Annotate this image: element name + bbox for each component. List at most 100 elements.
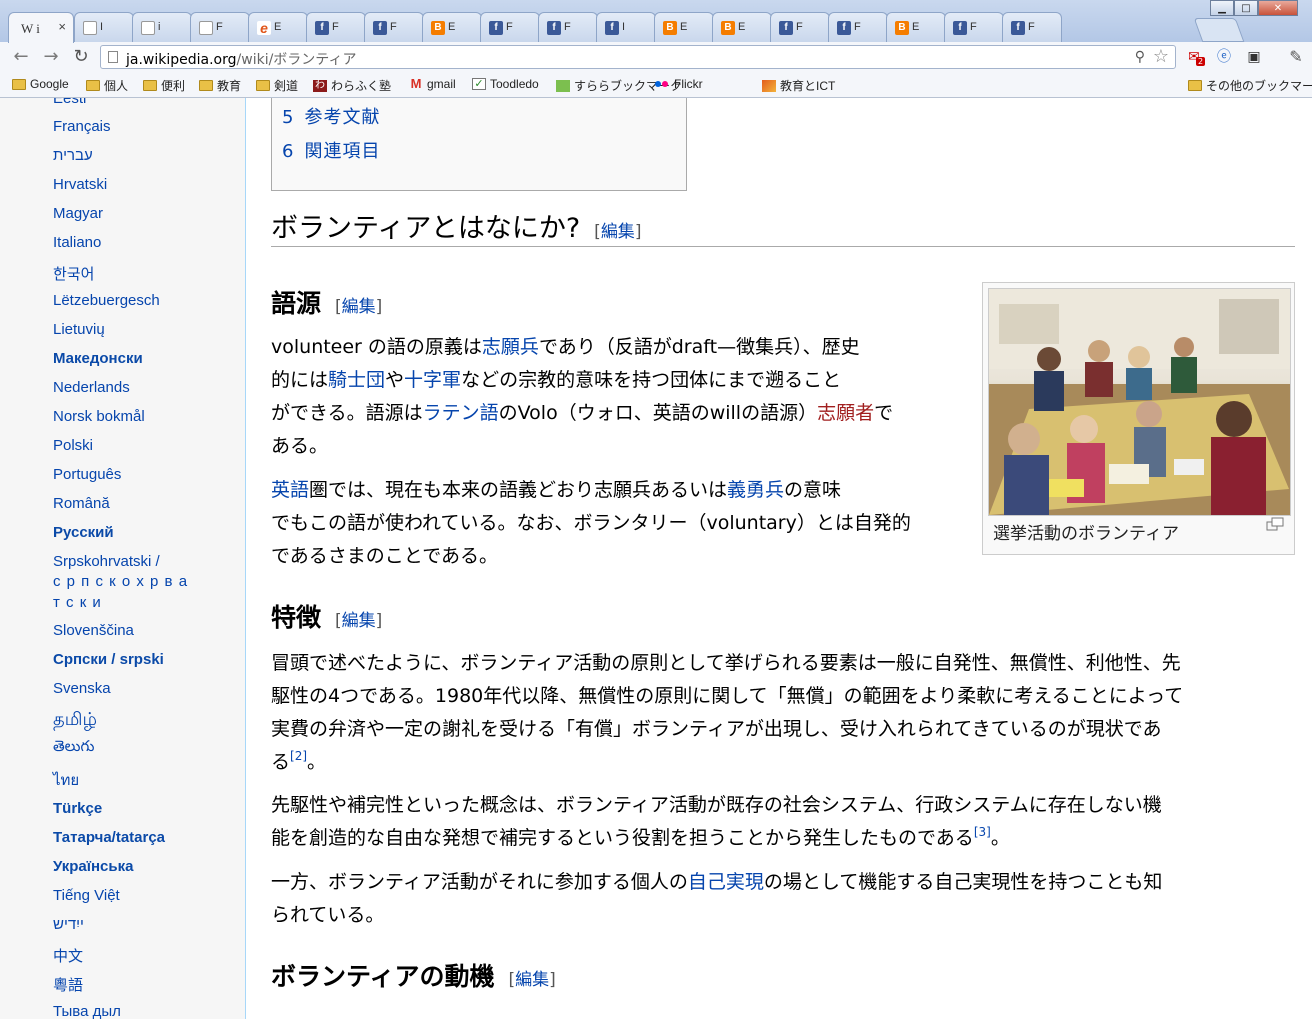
url-text[interactable]: ja.wikipedia.org/wiki/ボランティア [126, 49, 356, 69]
link-shigansha[interactable]: 志願者 [817, 402, 874, 424]
language-link[interactable]: Français [53, 118, 111, 135]
language-link[interactable]: Татарча/tatarça [53, 829, 165, 846]
tab[interactable]: fF [828, 12, 888, 42]
mail-checker-extension-icon[interactable]: ✉ 2 [1184, 47, 1206, 67]
edit-link[interactable]: [編集] [335, 611, 382, 631]
tab-active[interactable]: WW i× [8, 12, 74, 43]
language-link[interactable]: Nederlands [53, 379, 130, 396]
tab[interactable]: fI [596, 12, 656, 42]
bookmark-item[interactable]: Mgmail [409, 77, 456, 91]
maximize-button[interactable]: □ [1234, 0, 1258, 16]
wrench-menu-icon[interactable]: ✎ [1285, 46, 1307, 68]
language-link[interactable]: Magyar [53, 205, 103, 222]
language-link[interactable]: Norsk bokmål [53, 408, 145, 425]
language-link[interactable]: Svenska [53, 680, 111, 697]
link-kishidan[interactable]: 騎士団 [328, 369, 385, 391]
edit-link[interactable]: [編集] [509, 970, 556, 990]
language-link[interactable]: с р п с к о х р в а [53, 573, 188, 590]
bookmark-label: Google [30, 77, 69, 91]
toc-item-references[interactable]: 5 参考文献 [282, 103, 380, 129]
language-link[interactable]: Lëtzebuergesch [53, 292, 160, 309]
language-link[interactable]: 한국어 [53, 263, 94, 284]
tab[interactable]: eE [248, 12, 308, 42]
link-latin[interactable]: ラテン語 [423, 402, 499, 424]
volunteer-photo[interactable] [988, 288, 1291, 516]
forward-button[interactable]: → [40, 46, 62, 68]
bookmark-item[interactable]: ✓ Toodledo [472, 77, 539, 91]
bookmark-item[interactable]: わわらふく塾 [313, 77, 391, 94]
facebook-icon: f [837, 21, 851, 35]
tab[interactable]: BE [712, 12, 772, 42]
language-link[interactable]: עברית [53, 147, 93, 164]
enlarge-icon[interactable] [1266, 517, 1284, 531]
language-link[interactable]: т с к и [53, 594, 102, 611]
tab[interactable]: BE [886, 12, 946, 42]
link-shiganhei[interactable]: 志願兵 [482, 336, 539, 358]
language-link[interactable]: Русский [53, 524, 114, 541]
language-link[interactable]: Slovenščina [53, 622, 134, 639]
evernote-extension-icon[interactable]: ▣ [1244, 47, 1264, 67]
other-bookmarks-folder[interactable]: その他のブックマーク [1188, 77, 1312, 94]
citation-2[interactable]: [2] [290, 749, 307, 763]
language-link[interactable]: తెలుగు [53, 738, 94, 759]
tab[interactable]: BE [422, 12, 482, 42]
ie-tab-extension-icon[interactable]: ⓔ [1214, 47, 1234, 67]
language-link[interactable]: Українська [53, 858, 133, 875]
back-button[interactable]: ← [10, 46, 32, 68]
tab[interactable]: fF [770, 12, 830, 42]
tab-title: F [390, 21, 397, 33]
tab[interactable]: F [190, 12, 250, 42]
tab[interactable]: fF [944, 12, 1004, 42]
language-link[interactable]: 粵語 [53, 974, 83, 995]
link-jiko-jitsugen[interactable]: 自己実現 [688, 871, 764, 893]
toc-item-related[interactable]: 6 関連項目 [282, 137, 380, 163]
language-link[interactable]: Српски / srpski [53, 651, 164, 668]
tab[interactable]: fF [306, 12, 366, 42]
bookmark-item[interactable]: 教育 [199, 77, 241, 94]
tab[interactable]: fF [538, 12, 598, 42]
language-link[interactable]: Lietuvių [53, 321, 105, 338]
bookmark-item[interactable]: Flickr [654, 77, 703, 91]
link-english[interactable]: 英語 [271, 479, 309, 501]
citation-3[interactable]: [3] [974, 825, 991, 839]
link-giyuhei[interactable]: 義勇兵 [727, 479, 784, 501]
new-tab-button[interactable] [1193, 18, 1245, 42]
language-link[interactable]: Srpskohrvatski / [53, 553, 160, 570]
bookmark-item[interactable]: 便利 [143, 77, 185, 94]
language-link[interactable]: Eesti [53, 98, 86, 107]
language-link[interactable]: Тыва дыл [53, 1003, 121, 1019]
language-link[interactable]: ייִדיש [53, 916, 84, 933]
bookmark-item[interactable]: Google [12, 77, 69, 91]
link-jujigun[interactable]: 十字軍 [404, 369, 461, 391]
bookmark-item[interactable]: 剣道 [256, 77, 298, 94]
language-link[interactable]: 中文 [53, 945, 83, 966]
bookmark-item[interactable]: 個人 [86, 77, 128, 94]
etymology-paragraph-2: 英語圏では、現在も本来の語義どおり志願兵あるいは義勇兵の意味 でもこの語が使われ… [271, 479, 911, 567]
language-link[interactable]: Türkçe [53, 800, 102, 817]
tab[interactable]: BE [654, 12, 714, 42]
search-icon[interactable]: ⚲ [1135, 49, 1145, 65]
language-link[interactable]: Română [53, 495, 110, 512]
language-link[interactable]: Português [53, 466, 121, 483]
tab[interactable]: i [132, 12, 192, 42]
tab[interactable]: fF [364, 12, 424, 42]
close-tab-icon[interactable]: × [58, 19, 66, 34]
reload-button[interactable]: ↻ [70, 46, 92, 68]
edit-link[interactable]: [編集] [335, 297, 382, 317]
language-link[interactable]: தமிழ் [53, 709, 97, 732]
bookmark-star-icon[interactable]: ☆ [1153, 46, 1169, 67]
minimize-button[interactable]: ▁ [1210, 0, 1234, 16]
address-bar[interactable]: ja.wikipedia.org/wiki/ボランティア ⚲ ☆ [100, 45, 1176, 69]
tab[interactable]: I [74, 12, 134, 42]
edit-link[interactable]: [編集] [594, 222, 641, 242]
language-link[interactable]: Hrvatski [53, 176, 107, 193]
language-link[interactable]: Polski [53, 437, 93, 454]
language-link[interactable]: ไทย [53, 768, 79, 792]
tab[interactable]: fF [1002, 12, 1062, 42]
language-link[interactable]: Македонски [53, 350, 143, 367]
bookmark-item[interactable]: 教育とICT [762, 77, 835, 94]
language-link[interactable]: Italiano [53, 234, 101, 251]
tab[interactable]: fF [480, 12, 540, 42]
close-window-button[interactable]: ✕ [1258, 0, 1298, 16]
language-link[interactable]: Tiếng Việt [53, 887, 120, 904]
